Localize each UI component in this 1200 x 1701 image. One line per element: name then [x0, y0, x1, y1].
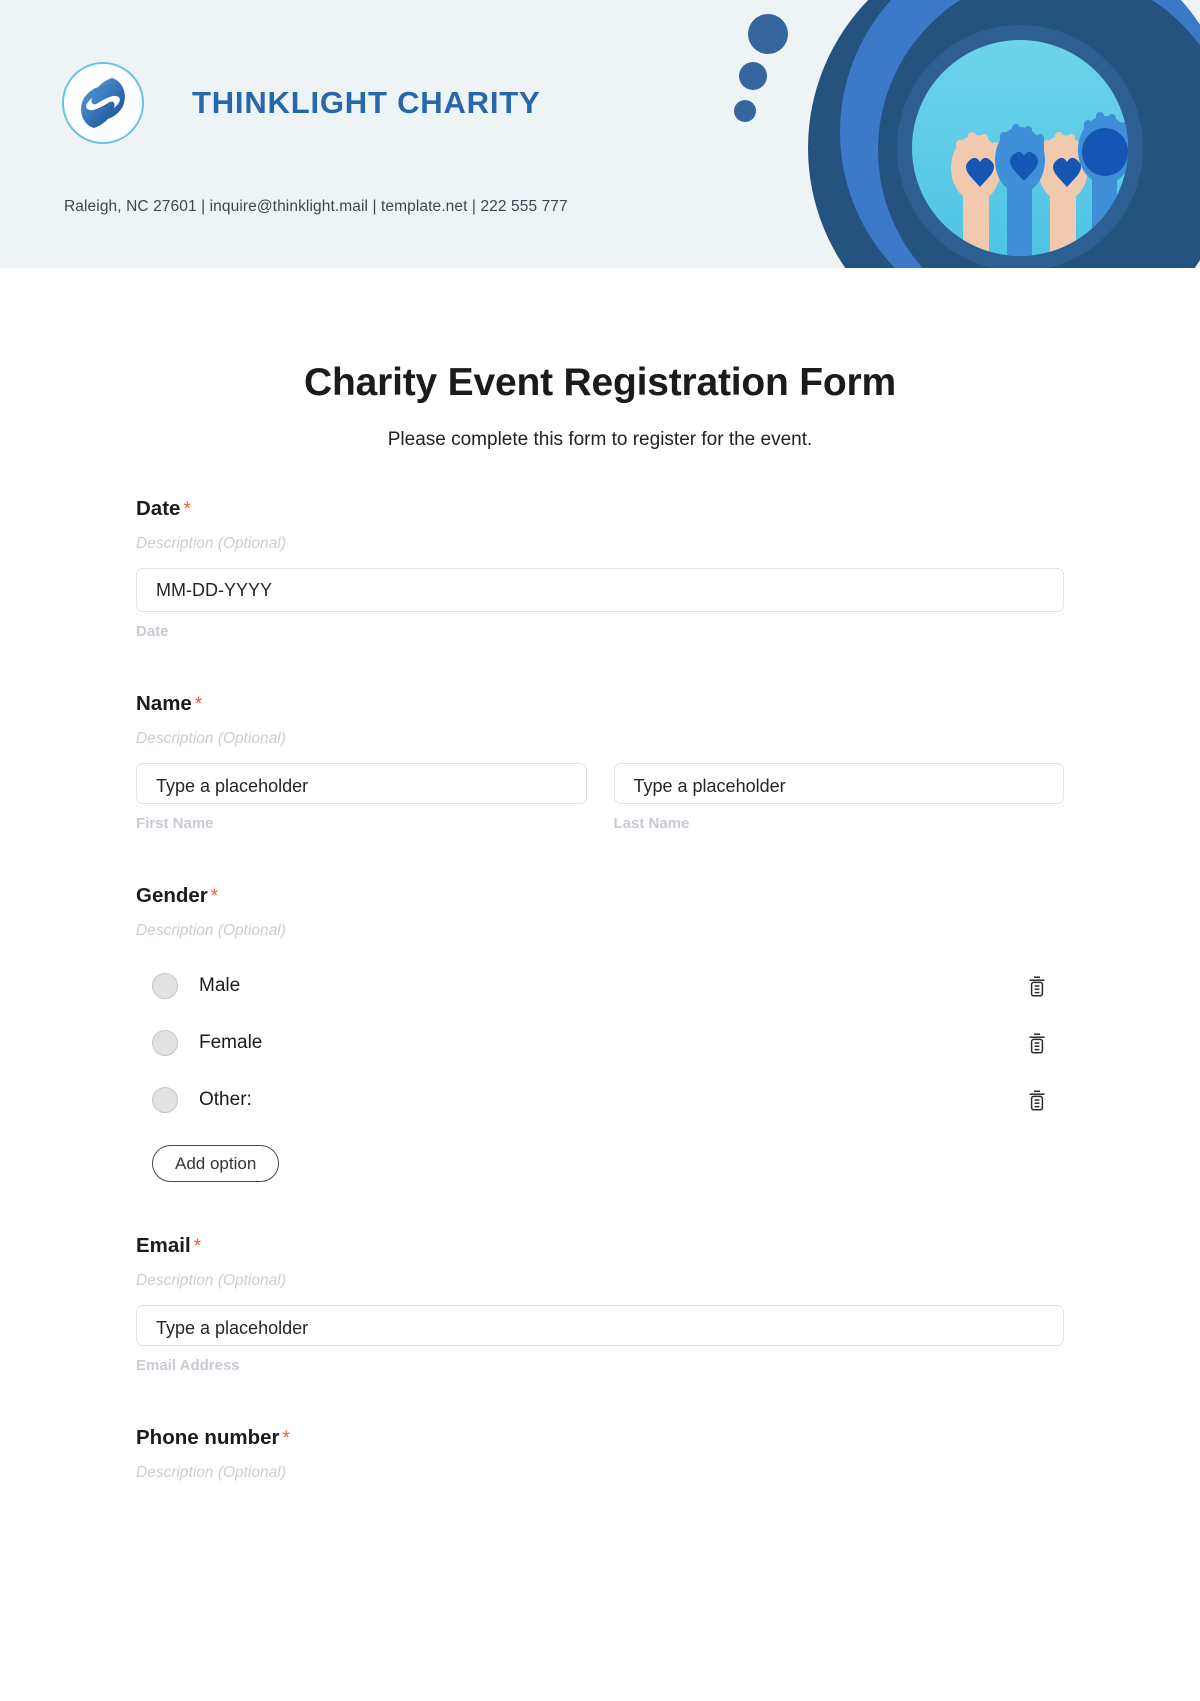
field-description-phone-number: Description (Optional) [136, 1464, 286, 1481]
form-fields: Date * Description (Optional) MM-DD-YYYY … [136, 451, 1064, 1482]
last-name-placeholder: Type a placeholder [633, 776, 786, 796]
first-name-input[interactable]: Type a placeholder [136, 763, 587, 804]
name-inputs-row: Type a placeholder First Name Type a pla… [136, 748, 1064, 832]
required-marker: * [210, 886, 219, 907]
option-row-male[interactable]: Male [136, 966, 1064, 1006]
option-row-female[interactable]: Female [136, 1023, 1064, 1063]
trash-icon[interactable] [1026, 974, 1048, 998]
required-marker: * [194, 694, 203, 715]
add-option-button[interactable]: Add option [152, 1145, 280, 1182]
field-phone-number: Phone number * Description (Optional) [136, 1426, 1064, 1482]
gender-options: Male Female Other: Add option [136, 966, 1064, 1182]
option-label-other: Other: [199, 1089, 252, 1110]
sub-label-last-name: Last Name [613, 815, 690, 832]
field-label-name: Name * [136, 692, 1064, 716]
header-rings-graphic [808, 0, 1200, 268]
sub-label-first-name: First Name [136, 815, 214, 832]
required-marker: * [282, 1428, 290, 1449]
trash-icon[interactable] [1026, 1088, 1048, 1112]
page-subtitle: Please complete this form to register fo… [387, 429, 813, 450]
page-title: Charity Event Registration Form [304, 361, 896, 404]
radio-female[interactable] [152, 1030, 178, 1056]
page-header: THINKLIGHT CHARITY Raleigh, NC 27601 | i… [0, 0, 1200, 268]
header-decorative-artwork [720, 0, 1200, 268]
first-name-placeholder: Type a placeholder [156, 776, 309, 796]
field-label-text: Email [136, 1234, 191, 1257]
required-marker: * [193, 1236, 202, 1257]
field-label-gender: Gender * [136, 884, 1064, 908]
radio-male[interactable] [152, 973, 178, 999]
field-description-email: Description (Optional) [136, 1272, 286, 1289]
decorative-dot-small [734, 100, 756, 122]
field-label-text: Phone number [136, 1426, 280, 1449]
helping-hands-circle-icon [62, 62, 144, 144]
sub-label-date: Date [136, 623, 169, 640]
last-name-group: Type a placeholder Last Name [613, 748, 1064, 832]
field-email: Email * Description (Optional) Type a pla… [136, 1234, 1064, 1374]
sub-label-email: Email Address [136, 1357, 240, 1374]
hands-glyph [81, 78, 125, 128]
trash-icon[interactable] [1026, 1031, 1048, 1055]
date-input-placeholder: MM-DD-YYYY [156, 579, 272, 600]
field-gender: Gender * Description (Optional) Male Fema… [136, 884, 1064, 1182]
option-label-female: Female [199, 1032, 263, 1053]
email-input-placeholder: Type a placeholder [156, 1318, 309, 1338]
first-name-group: Type a placeholder First Name [136, 748, 587, 832]
field-description-name: Description (Optional) [136, 730, 286, 747]
decorative-dot-medium [739, 62, 767, 90]
contact-line: Raleigh, NC 27601 | inquire@thinklight.m… [64, 198, 568, 215]
field-label-text: Gender [136, 884, 208, 907]
radio-other[interactable] [152, 1087, 178, 1113]
required-marker: * [183, 499, 191, 520]
last-name-input[interactable]: Type a placeholder [613, 763, 1064, 804]
field-label-text: Date [136, 497, 181, 520]
email-input[interactable]: Type a placeholder [136, 1305, 1064, 1346]
decorative-dot-large [748, 14, 788, 54]
form-sheet: Charity Event Registration Form Please c… [0, 361, 1200, 1482]
brand-name: THINKLIGHT CHARITY [192, 85, 541, 120]
field-date: Date * Description (Optional) MM-DD-YYYY … [136, 497, 1064, 640]
field-label-text: Name [136, 692, 192, 715]
option-label-male: Male [199, 975, 241, 996]
date-input[interactable]: MM-DD-YYYY [136, 568, 1064, 612]
field-label-phone-number: Phone number * [136, 1426, 1064, 1450]
brand-row: THINKLIGHT CHARITY [62, 62, 540, 144]
field-label-date: Date * [136, 497, 1064, 521]
option-row-other[interactable]: Other: [136, 1080, 1064, 1120]
field-description-date: Description (Optional) [136, 535, 286, 552]
field-description-gender: Description (Optional) [136, 922, 286, 939]
field-name: Name * Description (Optional) Type a plac… [136, 692, 1064, 832]
field-label-email: Email * [136, 1234, 1064, 1258]
